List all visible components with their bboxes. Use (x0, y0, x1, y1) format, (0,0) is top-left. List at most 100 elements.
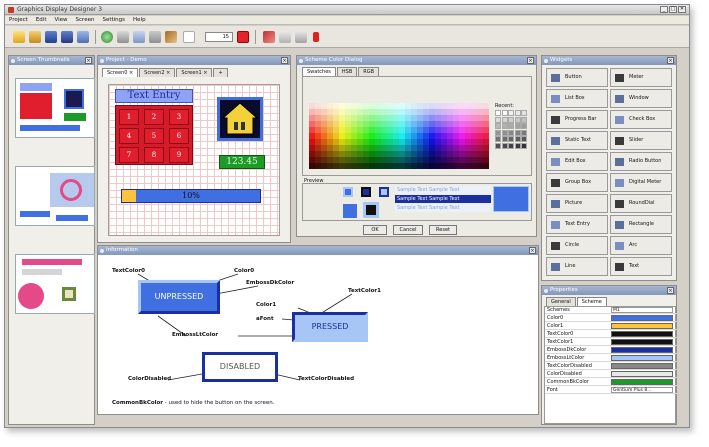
widget-edit-box[interactable]: Edit Box (546, 152, 608, 171)
key-9[interactable]: 9 (169, 147, 189, 163)
key-2[interactable]: 2 (144, 109, 164, 125)
zoom-field[interactable]: 15 (205, 32, 233, 42)
screen-icon[interactable] (149, 31, 161, 43)
recent-swatch[interactable] (495, 110, 501, 116)
property-row[interactable]: TextColorDisabled (545, 363, 677, 370)
widget-group-box[interactable]: Group Box (546, 173, 608, 192)
recent-swatch[interactable] (514, 129, 521, 136)
recent-swatch[interactable] (495, 142, 501, 149)
tab-add[interactable]: + (213, 68, 228, 77)
close-icon[interactable]: × (667, 57, 674, 64)
recent-swatch[interactable] (514, 116, 521, 123)
property-row[interactable]: Schemes M1 (545, 307, 677, 314)
recent-swatch[interactable] (501, 136, 508, 142)
thumbnail-screen1[interactable] (15, 254, 95, 314)
open-icon[interactable] (29, 31, 41, 43)
grid-icon[interactable] (183, 31, 195, 43)
brush-icon[interactable] (165, 31, 177, 43)
recent-swatch[interactable] (521, 129, 527, 136)
close-icon[interactable]: × (667, 287, 674, 294)
widget-check-box[interactable]: Check Box (610, 110, 672, 129)
cut-icon[interactable] (263, 31, 275, 43)
maximize-button[interactable]: □ (669, 6, 677, 13)
widget-list-box[interactable]: List Box (546, 89, 608, 108)
recent-swatch[interactable] (514, 110, 521, 116)
property-value[interactable]: Gentium Plus 8... (611, 387, 673, 393)
paste-icon[interactable] (295, 31, 307, 43)
widget-picture[interactable]: Picture (546, 194, 608, 213)
widget-digital-meter[interactable]: Digital Meter (610, 173, 672, 192)
widget-static-text[interactable]: Static Text (546, 131, 608, 150)
copy-icon[interactable] (279, 31, 291, 43)
thumbnail-screen0[interactable] (15, 78, 95, 138)
tab-swatches[interactable]: Swatches (302, 67, 336, 76)
menu-screen[interactable]: Screen (76, 16, 95, 24)
key-4[interactable]: 4 (119, 128, 139, 144)
widget-line[interactable]: Line (546, 257, 608, 276)
recent-swatch[interactable] (521, 110, 527, 116)
color-value[interactable] (611, 363, 673, 369)
recent-swatch[interactable] (495, 136, 501, 142)
recent-swatch[interactable] (521, 142, 527, 149)
delete-icon[interactable] (313, 32, 319, 42)
key-1[interactable]: 1 (119, 109, 139, 125)
home-button[interactable] (217, 97, 263, 141)
tab-rgb[interactable]: RGB (358, 67, 380, 76)
recent-swatch[interactable] (514, 142, 521, 149)
thumbnail-screen2[interactable] (15, 166, 95, 226)
widget-slider[interactable]: Slider (610, 131, 672, 150)
recent-swatch[interactable] (508, 110, 514, 116)
recent-swatch[interactable] (501, 142, 508, 149)
key-7[interactable]: 7 (119, 147, 139, 163)
key-5[interactable]: 5 (144, 128, 164, 144)
widget-progress-bar[interactable]: Progress Bar (546, 110, 608, 129)
screen-delete-icon[interactable] (117, 31, 129, 43)
recent-swatch[interactable] (495, 129, 501, 136)
recent-swatch[interactable] (508, 136, 514, 142)
widget-text[interactable]: Text (610, 257, 672, 276)
key-3[interactable]: 3 (169, 109, 189, 125)
recent-swatch[interactable] (508, 129, 514, 136)
menu-help[interactable]: Help (133, 16, 146, 24)
property-value[interactable]: M1 (611, 307, 673, 313)
color-value[interactable] (611, 339, 673, 345)
tab-scheme[interactable]: Scheme (576, 297, 607, 306)
tab-general[interactable]: General (546, 297, 576, 306)
property-row[interactable]: Color0 (545, 315, 677, 322)
property-row[interactable]: Color1 (545, 323, 677, 330)
menu-settings[interactable]: Settings (102, 16, 125, 24)
screen-add-icon[interactable] (101, 31, 113, 43)
property-row[interactable]: TextColor0 (545, 331, 677, 338)
recent-swatch[interactable] (521, 136, 527, 142)
close-icon[interactable]: × (527, 57, 534, 64)
new-folder-icon[interactable] (13, 31, 25, 43)
widget-circle[interactable]: Circle (546, 236, 608, 255)
property-row[interactable]: Font Gentium Plus 8... (545, 387, 677, 394)
ok-button[interactable]: OK (363, 225, 387, 235)
widget-meter[interactable]: Meter (610, 68, 672, 87)
color-swatch[interactable] (483, 163, 489, 169)
color-value[interactable] (611, 379, 673, 385)
text-entry-display[interactable]: Text Entry (115, 89, 193, 103)
save-icon[interactable] (45, 31, 57, 43)
menu-project[interactable]: Project (9, 16, 28, 24)
recent-swatch[interactable] (501, 110, 508, 116)
recent-swatch[interactable] (508, 142, 514, 149)
close-icon[interactable]: × (85, 57, 92, 64)
recent-swatch[interactable] (521, 123, 527, 129)
close-button[interactable]: ✕ (678, 6, 686, 13)
color-value[interactable] (611, 355, 673, 361)
color-value[interactable] (611, 323, 673, 329)
recent-swatch[interactable] (495, 123, 501, 129)
recent-swatch[interactable] (508, 116, 514, 123)
export-icon[interactable] (77, 31, 89, 43)
close-icon[interactable]: × (281, 57, 288, 64)
recent-swatch[interactable] (514, 136, 521, 142)
widget-text-entry[interactable]: Text Entry (546, 215, 608, 234)
tab-screen1[interactable]: Screen1 × (176, 68, 213, 77)
tab-hsb[interactable]: HSB (336, 67, 358, 76)
tab-screen0[interactable]: Screen0 × (102, 68, 139, 77)
cancel-button[interactable]: Cancel (393, 225, 423, 235)
widget-arc[interactable]: Arc (610, 236, 672, 255)
close-icon[interactable]: × (529, 247, 536, 254)
